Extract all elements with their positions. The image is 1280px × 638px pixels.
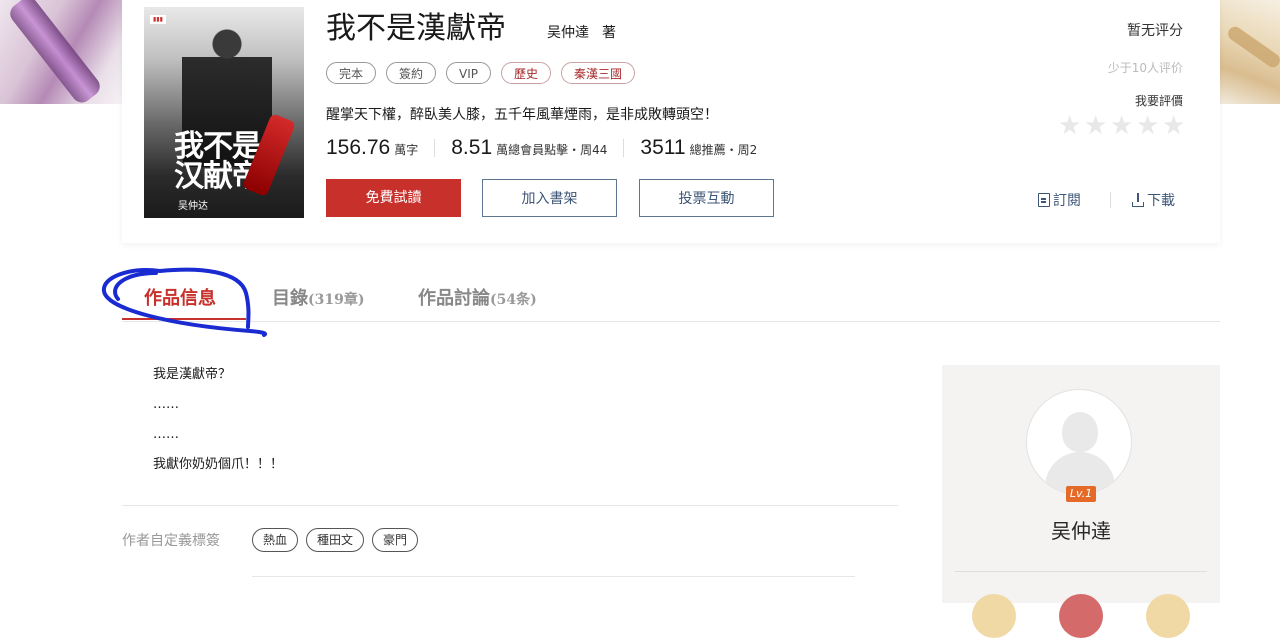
stat-value: 156.76 bbox=[326, 136, 391, 159]
cover-publisher-logo: ▮▮▮ bbox=[150, 15, 166, 24]
stat-unit: 萬總會員點擊・周44 bbox=[496, 143, 608, 157]
book-title: 我不是漢獻帝 bbox=[326, 11, 506, 46]
panel-divider bbox=[955, 571, 1207, 572]
tab-discussion[interactable]: 作品討論(54条) bbox=[418, 284, 537, 310]
description-line: 我獻你奶奶個爪！！！ bbox=[153, 457, 284, 472]
description-line: 我是漢獻帝？ bbox=[153, 367, 232, 382]
author-honor-icon bbox=[1059, 594, 1103, 638]
tab-info[interactable]: 作品信息 bbox=[144, 284, 216, 310]
star-icon[interactable]: ★ bbox=[1136, 113, 1160, 139]
star-icon[interactable]: ★ bbox=[1058, 113, 1082, 139]
stat-unit: 總推薦・周2 bbox=[689, 143, 758, 157]
author-suffix: 著 bbox=[602, 25, 616, 41]
content-tabs: 作品信息 目錄(319章) 作品討論(54条) bbox=[122, 272, 1220, 322]
stat-value: 3511 bbox=[640, 136, 686, 159]
star-icon[interactable]: ★ bbox=[1084, 113, 1108, 139]
tag-completed: 完本 bbox=[326, 62, 377, 84]
tab-discussion-label: 作品討論 bbox=[418, 288, 490, 309]
tag-category[interactable]: 歷史 bbox=[501, 62, 552, 84]
author-panel-name[interactable]: 吴仲達 bbox=[942, 515, 1220, 544]
free-read-button[interactable]: 免費試讀 bbox=[326, 179, 461, 217]
stat-unit: 萬字 bbox=[394, 143, 419, 157]
background-art-left bbox=[0, 0, 122, 104]
stat-recommendations: 3511 總推薦・周2 bbox=[640, 136, 757, 160]
rate-link[interactable]: 我要評價 bbox=[1135, 92, 1183, 109]
subscribe-link[interactable]: 訂閱 bbox=[1038, 190, 1081, 210]
book-cover[interactable]: ▮▮▮ 我不是汉献帝 吴仲达 bbox=[144, 7, 304, 218]
book-description: 我是漢獻帝？ …… …… 我獻你奶奶個爪！！！ bbox=[153, 360, 283, 480]
divider bbox=[122, 505, 898, 506]
tag-vip: VIP bbox=[446, 62, 492, 84]
rating-count: 少于10人评价 bbox=[1107, 61, 1183, 75]
author-link[interactable]: 吴仲達 bbox=[547, 22, 589, 42]
author-honor-icon bbox=[1146, 594, 1190, 638]
custom-tag[interactable]: 豪門 bbox=[372, 528, 419, 552]
description-line: …… bbox=[153, 397, 179, 412]
download-link[interactable]: 下載 bbox=[1132, 190, 1175, 210]
book-intro: 醒掌天下權，醉臥美人膝，五千年風華煙雨，是非成敗轉頭空！ bbox=[326, 107, 718, 123]
divider bbox=[252, 576, 855, 577]
star-icon[interactable]: ★ bbox=[1110, 113, 1134, 139]
subscribe-label: 訂閱 bbox=[1053, 193, 1081, 209]
background-art-right bbox=[1218, 0, 1280, 104]
active-tab-indicator bbox=[122, 318, 246, 320]
action-divider bbox=[1110, 192, 1111, 208]
avatar-placeholder-head bbox=[1062, 412, 1098, 452]
rating-label: 暂无评分 bbox=[1127, 23, 1183, 39]
rating-stars: ★ ★ ★ ★ ★ bbox=[1058, 113, 1186, 139]
book-tags: 完本 簽約 VIP 歷史 秦漢三國 bbox=[326, 62, 636, 84]
cover-author: 吴仲达 bbox=[178, 201, 208, 212]
stat-word-count: 156.76 萬字 bbox=[326, 136, 418, 160]
custom-tags-label: 作者自定義標簽 bbox=[122, 533, 220, 549]
tab-toc-label: 目錄 bbox=[272, 288, 308, 309]
custom-tag[interactable]: 種田文 bbox=[306, 528, 365, 552]
vote-button[interactable]: 投票互動 bbox=[639, 179, 774, 217]
author-level-badge: Lv.1 bbox=[1066, 486, 1096, 502]
author-panel: Lv.1 吴仲達 bbox=[942, 365, 1220, 638]
download-label: 下載 bbox=[1147, 193, 1175, 209]
tab-discussion-count: (54条) bbox=[490, 292, 537, 308]
tab-toc-count: (319章) bbox=[308, 292, 365, 308]
star-icon[interactable]: ★ bbox=[1162, 113, 1186, 139]
stat-clicks: 8.51 萬總會員點擊・周44 bbox=[451, 136, 607, 160]
tab-info-label: 作品信息 bbox=[144, 288, 216, 309]
add-to-shelf-button[interactable]: 加入書架 bbox=[482, 179, 617, 217]
stat-divider bbox=[434, 139, 436, 157]
description-line: …… bbox=[153, 427, 179, 442]
tag-signed: 簽約 bbox=[386, 62, 437, 84]
custom-tag[interactable]: 熱血 bbox=[252, 528, 299, 552]
stat-value: 8.51 bbox=[451, 136, 493, 159]
author-honor-icon bbox=[972, 594, 1016, 638]
custom-tags: 熱血 種田文 豪門 bbox=[252, 528, 419, 552]
book-stats: 156.76 萬字 8.51 萬總會員點擊・周44 3511 總推薦・周2 bbox=[326, 136, 757, 160]
stat-divider bbox=[623, 139, 625, 157]
download-icon bbox=[1132, 193, 1144, 207]
tab-toc[interactable]: 目錄(319章) bbox=[272, 284, 364, 310]
document-icon bbox=[1038, 193, 1050, 207]
author-avatar[interactable] bbox=[1026, 389, 1132, 495]
tag-subcategory[interactable]: 秦漢三國 bbox=[561, 62, 636, 84]
